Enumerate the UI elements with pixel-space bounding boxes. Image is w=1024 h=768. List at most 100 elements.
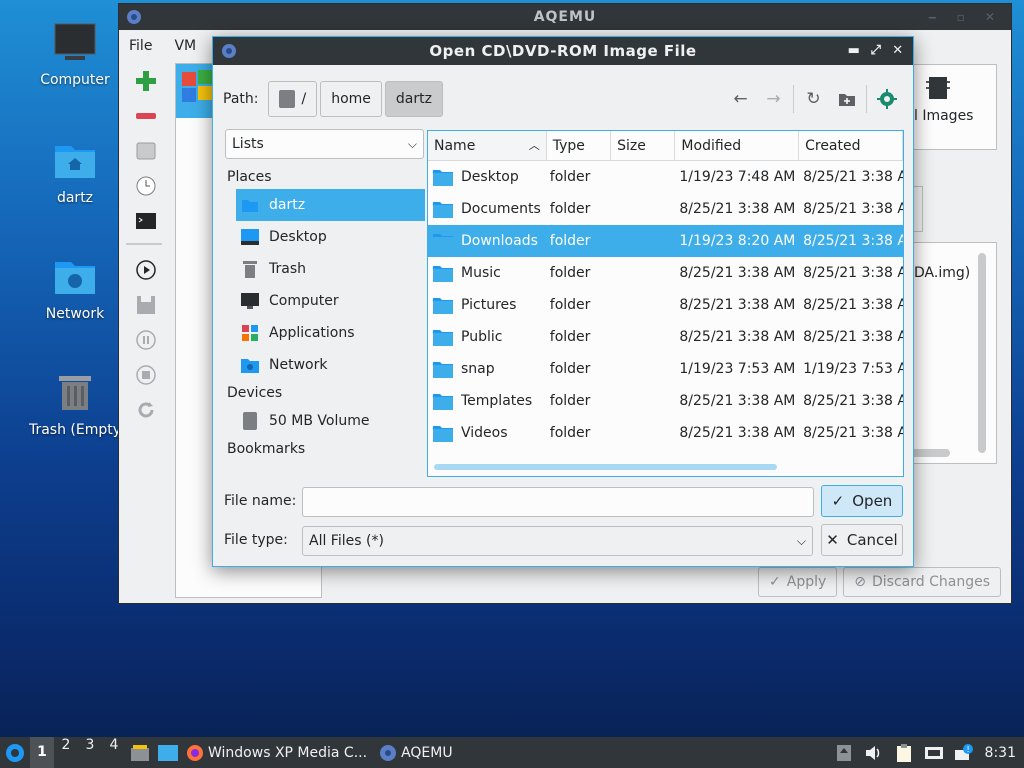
clock[interactable]: 8:31 [985, 745, 1016, 761]
aqemu-titlebar[interactable]: AQEMU ‒ ▫ ✕ [119, 4, 1011, 30]
network-status-icon[interactable] [924, 744, 943, 762]
desktop-icon-computer[interactable]: Computer [27, 22, 123, 88]
nav-buttons: ← → ↻ [724, 83, 903, 115]
clock-button[interactable] [132, 173, 160, 199]
file-row-templates[interactable]: Templates folder 8/25/21 3:38 AM 8/25/21 3:… [428, 385, 903, 417]
column-name[interactable]: Name ︿ [428, 131, 547, 160]
desktop-icon-trash[interactable]: Trash (Empty [22, 372, 128, 438]
aqemu-logo-icon [127, 10, 141, 24]
crumb-home[interactable]: home [320, 81, 382, 117]
file-row-snap[interactable]: snap folder 1/19/23 7:53 AM 1/19/23 7:53 A [428, 353, 903, 385]
file-row-desktop[interactable]: Desktop folder 1/19/23 7:48 AM 8/25/21 3:38… [428, 161, 903, 193]
aqemu-window-controls[interactable]: ‒ ▫ ✕ [928, 4, 1003, 30]
crumb-root[interactable]: / [268, 81, 318, 117]
clock-icon [136, 176, 156, 196]
disk-manager-button[interactable] [132, 138, 160, 164]
file-list-hscrollbar[interactable] [434, 464, 777, 470]
file-row-videos[interactable]: Videos folder 8/25/21 3:38 AM 8/25/21 3:38 … [428, 417, 903, 449]
file-name-cell: Music [428, 264, 547, 282]
file-list-header: Name ︿ Type Size Modified Created [428, 131, 903, 161]
clipboard-icon[interactable] [895, 743, 913, 762]
desktop-icon-home[interactable]: dartz [27, 140, 123, 206]
open-button[interactable]: ✓ Open [821, 485, 903, 517]
app-menu-button[interactable] [0, 737, 30, 768]
close-icon[interactable]: ✕ [889, 37, 907, 65]
file-created-cell: 8/25/21 3:38 A [803, 297, 903, 313]
task-aqemu[interactable]: AQEMU [375, 737, 461, 768]
place-dartz[interactable]: dartz [236, 189, 425, 221]
desktop-icon-label: Trash (Empty [28, 422, 122, 438]
terminal-button[interactable] [132, 208, 160, 234]
new-folder-button[interactable] [830, 83, 863, 115]
file-row-music[interactable]: Music folder 8/25/21 3:38 AM 8/25/21 3:38 A [428, 257, 903, 289]
stop-vm-button[interactable] [132, 362, 160, 388]
place-network[interactable]: Network [225, 349, 425, 381]
workspace-1[interactable]: 1 [30, 737, 54, 768]
remove-vm-button[interactable] [132, 103, 160, 129]
desktop-icon-network[interactable]: Network [27, 256, 123, 322]
devices-heading: Devices [227, 385, 283, 401]
update-icon[interactable] [835, 744, 853, 762]
start-vm-button[interactable] [132, 257, 160, 283]
view-mode-select[interactable]: Lists ⌵ [225, 129, 424, 159]
desktop-icon-label: Network [45, 306, 105, 322]
pause-icon [136, 330, 156, 350]
file-row-public[interactable]: Public folder 8/25/21 3:38 AM 8/25/21 3:38 … [428, 321, 903, 353]
place-applications[interactable]: Applications [225, 317, 425, 349]
computer-icon [241, 292, 259, 310]
file-list[interactable]: Name ︿ Type Size Modified Created Desktop… [427, 130, 904, 477]
cancel-circle-icon: ⊘ [854, 574, 867, 590]
file-name-input[interactable] [302, 487, 814, 517]
images-panel-text: l Images [914, 108, 974, 124]
minimize-icon[interactable]: ▬ [845, 37, 863, 65]
file-type-select[interactable]: All Files (*) ⌵ [302, 526, 813, 556]
task-firefox[interactable]: Windows XP Media C... [182, 737, 375, 768]
file-name-cell: Desktop [428, 168, 547, 186]
save-vm-button[interactable] [132, 292, 160, 318]
file-row-downloads[interactable]: Downloads folder 1/19/23 8:20 AM 8/25/21 3:… [428, 225, 903, 257]
device-volume[interactable]: 50 MB Volume [225, 405, 425, 437]
file-row-pictures[interactable]: Pictures folder 8/25/21 3:38 AM 8/25/21 3:3… [428, 289, 903, 321]
file-name-cell: Public [428, 328, 547, 346]
quicklaunch-files[interactable] [126, 737, 154, 768]
file-row-documents[interactable]: Documents folder 8/25/21 3:38 AM 8/25/21 3:… [428, 193, 903, 225]
notification-icon[interactable]: ! [954, 743, 973, 762]
workspace-3[interactable]: 3 [78, 737, 102, 768]
file-type-cell: folder [549, 425, 591, 441]
reload-icon: ↻ [806, 89, 821, 109]
cancel-button[interactable]: ✕ Cancel [821, 524, 903, 556]
apply-button[interactable]: ✓ Apply [758, 567, 838, 597]
workspace-4[interactable]: 4 [102, 737, 126, 768]
volume-icon[interactable] [865, 744, 883, 762]
dialog-titlebar[interactable]: Open CD\DVD-ROM Image File ▬ ⤢ ✕ [213, 37, 913, 65]
column-type[interactable]: Type [547, 131, 612, 160]
add-vm-button[interactable] [132, 68, 160, 94]
settings-button[interactable] [870, 83, 903, 115]
files-icon [131, 744, 149, 761]
folder-icon [433, 170, 453, 186]
back-button[interactable]: ← [724, 83, 757, 115]
reload-button[interactable]: ↻ [797, 83, 830, 115]
menu-vm[interactable]: VM [174, 38, 196, 54]
lubuntu-logo-icon [6, 743, 24, 762]
place-trash[interactable]: Trash [225, 253, 425, 285]
aqemu-media-list[interactable]: DA.img) [909, 242, 997, 464]
reset-vm-button[interactable] [132, 397, 160, 423]
column-created[interactable]: Created [799, 131, 903, 160]
place-computer[interactable]: Computer [225, 285, 425, 317]
discard-changes-button[interactable]: ⊘ Discard Changes [843, 567, 1001, 597]
crumb-dartz[interactable]: dartz [384, 81, 443, 117]
place-desktop[interactable]: Desktop [225, 221, 425, 253]
quicklaunch-desktop[interactable] [154, 737, 182, 768]
media-list-vscrollbar[interactable] [978, 253, 986, 453]
media-list-hscrollbar[interactable] [910, 449, 950, 457]
column-modified[interactable]: Modified [675, 131, 800, 160]
maximize-icon[interactable]: ⤢ [867, 37, 885, 65]
forward-button[interactable]: → [757, 83, 790, 115]
reload-icon [138, 402, 154, 418]
pause-vm-button[interactable] [132, 327, 160, 353]
menu-file[interactable]: File [129, 38, 152, 54]
workspace-2[interactable]: 2 [54, 737, 78, 768]
column-size[interactable]: Size [611, 131, 676, 160]
folder-icon [433, 266, 453, 282]
